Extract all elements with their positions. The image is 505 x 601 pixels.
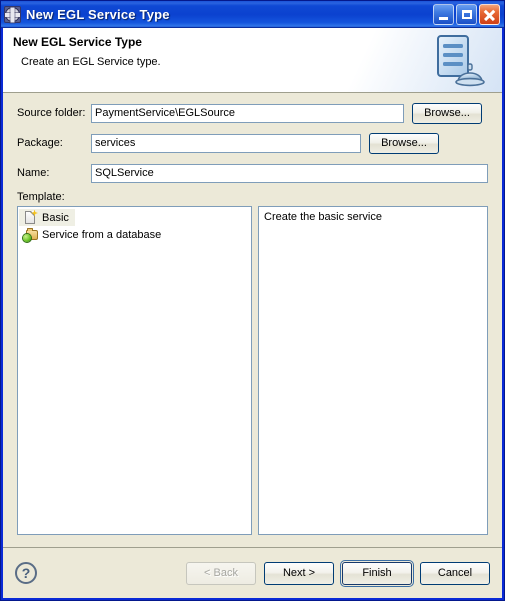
finish-button[interactable]: Finish xyxy=(340,559,414,587)
list-item[interactable]: Basic xyxy=(19,209,75,226)
template-label: Template: xyxy=(17,191,65,203)
wizard-navigation-buttons: < Back Next > Finish Cancel xyxy=(186,559,490,587)
next-button[interactable]: Next > xyxy=(264,561,334,585)
gear-icon xyxy=(4,6,21,23)
template-item-label: Basic xyxy=(42,211,69,224)
new-document-icon xyxy=(23,209,39,226)
package-input[interactable] xyxy=(91,133,361,153)
document-with-service-bell-icon xyxy=(437,35,485,87)
name-input[interactable] xyxy=(91,163,488,183)
source-folder-row: Source folder: Browse... xyxy=(17,102,488,124)
page-subtitle: Create an EGL Service type. xyxy=(21,56,161,68)
minimize-button[interactable] xyxy=(433,4,454,25)
window-controls xyxy=(433,4,504,25)
form-fields: Source folder: Browse... Package: Browse… xyxy=(3,93,502,193)
page-title: New EGL Service Type xyxy=(13,35,142,49)
package-row: Package: Browse... xyxy=(17,132,488,154)
close-button[interactable] xyxy=(479,4,500,25)
source-folder-input[interactable] xyxy=(91,103,404,123)
window-title: New EGL Service Type xyxy=(26,7,170,22)
list-item[interactable]: Service from a database xyxy=(19,226,250,243)
database-folder-icon xyxy=(23,227,39,243)
wizard-banner: New EGL Service Type Create an EGL Servi… xyxy=(3,28,502,93)
source-folder-label: Source folder: xyxy=(17,107,86,119)
wizard-window: New EGL Service Type New EGL Service Typ… xyxy=(0,0,505,601)
template-description-panel: Create the basic service xyxy=(258,206,488,535)
help-icon[interactable]: ? xyxy=(15,562,37,584)
dialog-client-area: New EGL Service Type Create an EGL Servi… xyxy=(3,28,502,598)
maximize-button[interactable] xyxy=(456,4,477,25)
template-description-text: Create the basic service xyxy=(264,211,382,223)
window-title-bar: New EGL Service Type xyxy=(1,1,504,28)
name-row: Name: xyxy=(17,163,488,183)
package-browse-button[interactable]: Browse... xyxy=(369,132,439,154)
template-listbox[interactable]: Basic Service from a database xyxy=(17,206,252,535)
package-label: Package: xyxy=(17,137,63,149)
template-section: Basic Service from a database Create the… xyxy=(3,206,502,535)
dialog-button-bar: ? < Back Next > Finish Cancel xyxy=(3,548,502,598)
back-button: < Back xyxy=(186,561,256,585)
source-folder-browse-button[interactable]: Browse... xyxy=(412,102,482,124)
template-item-label: Service from a database xyxy=(42,228,162,241)
cancel-button[interactable]: Cancel xyxy=(420,561,490,585)
name-label: Name: xyxy=(17,167,50,179)
